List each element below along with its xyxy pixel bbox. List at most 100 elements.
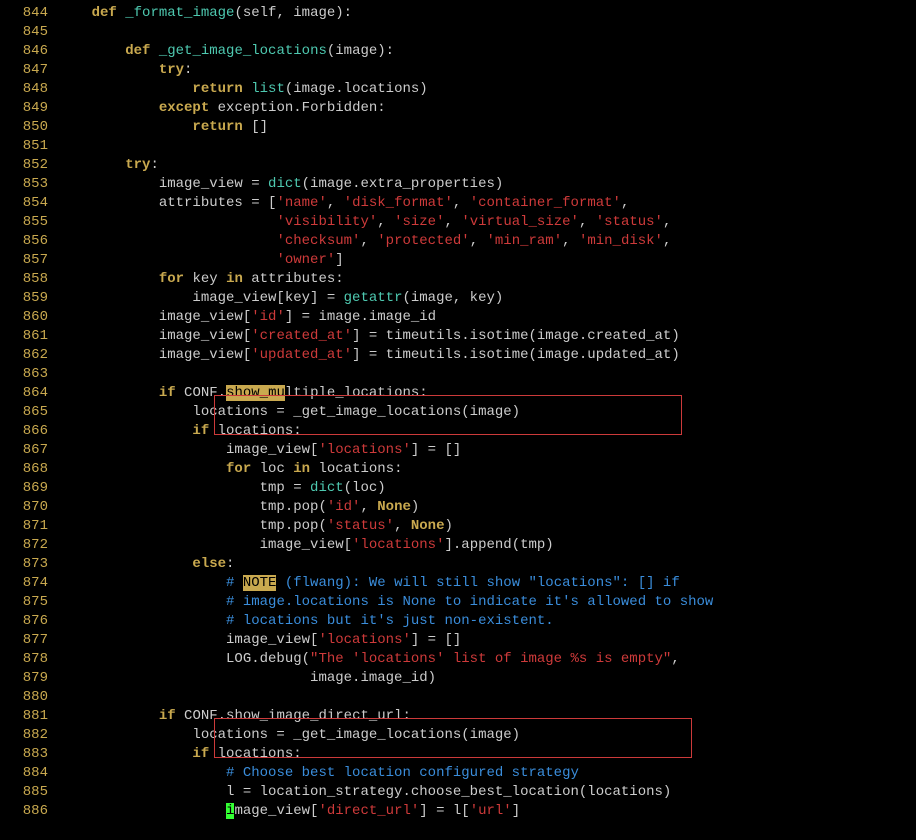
token (58, 556, 192, 572)
token-com: # image.locations is None to indicate it… (226, 594, 713, 610)
token: , (360, 499, 377, 515)
token: , (445, 214, 462, 230)
token: tmp = (58, 480, 310, 496)
token-kw: for (159, 271, 184, 287)
code-line[interactable]: image_view['direct_url'] = l['url'] (58, 802, 916, 821)
token (58, 119, 192, 135)
code-line[interactable]: attributes = ['name', 'disk_format', 'co… (58, 194, 916, 213)
code-line[interactable]: try: (58, 156, 916, 175)
code-line[interactable]: 'checksum', 'protected', 'min_ram', 'min… (58, 232, 916, 251)
code-line[interactable] (58, 137, 916, 156)
token: image.image_id) (58, 670, 436, 686)
token-com: # (226, 575, 243, 591)
token: image_view[ (58, 632, 318, 648)
token-str: 'status' (596, 214, 663, 230)
token-str: 'visibility' (276, 214, 377, 230)
token (58, 385, 159, 401)
line-number: 863 (0, 365, 48, 384)
token-hl2: NOTE (243, 575, 277, 591)
token: , (360, 233, 377, 249)
line-number: 850 (0, 118, 48, 137)
code-line[interactable]: # NOTE (flwang): We will still show "loc… (58, 574, 916, 593)
code-line[interactable]: image_view['created_at'] = timeutils.iso… (58, 327, 916, 346)
code-line[interactable]: locations = _get_image_locations(image) (58, 726, 916, 745)
code-line[interactable]: image_view['id'] = image.image_id (58, 308, 916, 327)
code-line[interactable]: 'owner'] (58, 251, 916, 270)
token-com: # locations but it's just non-existent. (226, 613, 554, 629)
line-number: 857 (0, 251, 48, 270)
code-line[interactable]: except exception.Forbidden: (58, 99, 916, 118)
token: locations: (209, 746, 301, 762)
line-number: 871 (0, 517, 48, 536)
token-str: 'id' (251, 309, 285, 325)
token: ] = [] (411, 632, 461, 648)
code-line[interactable]: def _get_image_locations(image): (58, 42, 916, 61)
code-line[interactable]: image_view = dict(image.extra_properties… (58, 175, 916, 194)
code-line[interactable]: image_view['locations'] = [] (58, 441, 916, 460)
code-line[interactable]: # locations but it's just non-existent. (58, 612, 916, 631)
token (117, 5, 125, 21)
code-line[interactable]: # Choose best location configured strate… (58, 764, 916, 783)
code-line[interactable]: locations = _get_image_locations(image) (58, 403, 916, 422)
code-line[interactable]: l = location_strategy.choose_best_locati… (58, 783, 916, 802)
code-line[interactable]: tmp = dict(loc) (58, 479, 916, 498)
code-line[interactable]: if locations: (58, 422, 916, 441)
code-line[interactable]: image.image_id) (58, 669, 916, 688)
token (58, 708, 159, 724)
code-line[interactable]: tmp.pop('id', None) (58, 498, 916, 517)
code-line[interactable]: 'visibility', 'size', 'virtual_size', 's… (58, 213, 916, 232)
token: image_view = (58, 176, 268, 192)
token: : (150, 157, 158, 173)
line-number: 846 (0, 42, 48, 61)
code-line[interactable]: LOG.debug("The 'locations' list of image… (58, 650, 916, 669)
token: , (579, 214, 596, 230)
code-line[interactable]: image_view['updated_at'] = timeutils.iso… (58, 346, 916, 365)
line-number: 847 (0, 61, 48, 80)
token (58, 81, 192, 97)
code-line[interactable]: return [] (58, 118, 916, 137)
token-def: _get_image_locations (159, 43, 327, 59)
code-line[interactable]: for key in attributes: (58, 270, 916, 289)
token: image_view[ (58, 328, 251, 344)
code-line[interactable]: if CONF.show_image_direct_url: (58, 707, 916, 726)
token-kw: except (159, 100, 209, 116)
token: (self, image): (234, 5, 352, 21)
token: (image): (327, 43, 394, 59)
token (58, 803, 226, 819)
code-line[interactable]: image_view[key] = getattr(image, key) (58, 289, 916, 308)
code-line[interactable]: else: (58, 555, 916, 574)
line-number: 869 (0, 479, 48, 498)
code-line[interactable]: return list(image.locations) (58, 80, 916, 99)
line-number: 859 (0, 289, 48, 308)
token: ) (444, 518, 452, 534)
code-line[interactable]: # image.locations is None to indicate it… (58, 593, 916, 612)
code-line[interactable]: for loc in locations: (58, 460, 916, 479)
token: , (621, 195, 629, 211)
token: , (663, 214, 671, 230)
code-editor[interactable]: 8448458468478488498508518528538548558568… (0, 4, 916, 821)
code-line[interactable]: def _format_image(self, image): (58, 4, 916, 23)
line-number: 867 (0, 441, 48, 460)
code-line[interactable]: if CONF.show_multiple_locations: (58, 384, 916, 403)
token-kw: for (226, 461, 251, 477)
token: [] (243, 119, 268, 135)
code-line[interactable] (58, 23, 916, 42)
token (58, 423, 192, 439)
line-number: 872 (0, 536, 48, 555)
code-line[interactable] (58, 688, 916, 707)
token: (loc) (344, 480, 386, 496)
line-number: 884 (0, 764, 48, 783)
code-area[interactable]: def _format_image(self, image): def _get… (58, 4, 916, 821)
token (58, 746, 192, 762)
token: , (327, 195, 344, 211)
token: ] (512, 803, 520, 819)
code-line[interactable]: tmp.pop('status', None) (58, 517, 916, 536)
token: CONF. (176, 385, 226, 401)
code-line[interactable]: image_view['locations'] = [] (58, 631, 916, 650)
code-line[interactable]: image_view['locations'].append(tmp) (58, 536, 916, 555)
code-line[interactable]: if locations: (58, 745, 916, 764)
token-str: 'direct_url' (318, 803, 419, 819)
token-str: 'virtual_size' (461, 214, 579, 230)
code-line[interactable]: try: (58, 61, 916, 80)
code-line[interactable] (58, 365, 916, 384)
